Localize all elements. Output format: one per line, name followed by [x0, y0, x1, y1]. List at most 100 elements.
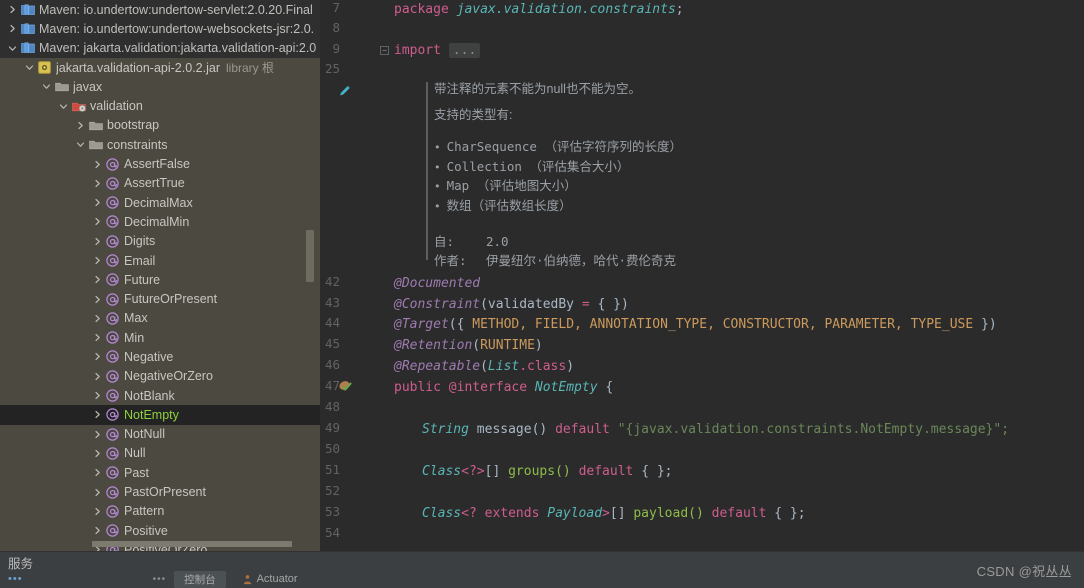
tree-row-javax[interactable]: javax — [0, 77, 320, 96]
open-brace: { — [605, 380, 614, 395]
tree-row-negative[interactable]: Negative — [0, 347, 320, 366]
chevron-right-icon[interactable] — [91, 505, 104, 518]
method-message: message() — [476, 422, 548, 437]
method-payload: payload() — [633, 506, 704, 521]
chevron-right-icon[interactable] — [91, 389, 104, 402]
folder-icon — [88, 138, 103, 152]
annotation-icon — [105, 485, 120, 499]
chevron-right-icon[interactable] — [91, 466, 104, 479]
tree-row-max[interactable]: Max — [0, 309, 320, 328]
chevron-down-icon[interactable] — [74, 138, 87, 151]
tree-row-label: NotEmpty — [124, 407, 179, 422]
actuator-tab[interactable]: Actuator — [242, 573, 298, 585]
code-line-import: import ... — [394, 41, 481, 61]
chevron-right-icon[interactable] — [91, 177, 104, 190]
return-type-class: Class<?>[] — [422, 464, 501, 479]
tree-row-constraints[interactable]: constraints — [0, 135, 320, 154]
annotation-icon — [105, 446, 120, 460]
javadoc-type-name: Collection — [446, 158, 522, 174]
console-tab[interactable]: 控制台 — [174, 570, 226, 588]
tree-row-label: Maven: jakarta.validation:jakarta.valida… — [39, 41, 316, 56]
tree-row-pattern[interactable]: Pattern — [0, 502, 320, 521]
tree-row-bootstrap[interactable]: bootstrap — [0, 116, 320, 135]
line-number: 43 — [324, 295, 340, 310]
tree-row-negativeorzero[interactable]: NegativeOrZero — [0, 367, 320, 386]
tree-row-null[interactable]: Null — [0, 444, 320, 463]
chevron-down-icon[interactable] — [23, 61, 36, 74]
folder-icon — [88, 118, 103, 132]
tree-row-digits[interactable]: Digits — [0, 232, 320, 251]
tree-row-decimalmax[interactable]: DecimalMax — [0, 193, 320, 212]
tree-row-min[interactable]: Min — [0, 328, 320, 347]
annotation-icon — [105, 408, 120, 422]
chevron-right-icon[interactable] — [6, 22, 19, 35]
tree-row-jakarta-validation-api-2-0-2-jar[interactable]: jakarta.validation-api-2.0.2.jar library … — [0, 58, 320, 77]
chevron-right-icon[interactable] — [91, 447, 104, 460]
javadoc-left-bar — [426, 82, 428, 260]
tree-row-decimalmin[interactable]: DecimalMin — [0, 212, 320, 231]
code-line-package: package javax.validation.constraints; — [394, 0, 684, 20]
code-editor[interactable]: 7 8 9 25 42 43 44 45 46 47 48 49 50 51 52 53 54 package … — [320, 0, 1084, 551]
tree-row-maven-io-undertow-undertow-servlet-2-0-20-final[interactable]: Maven: io.undertow:undertow-servlet:2.0.… — [0, 0, 320, 20]
tree-row-past[interactable]: Past — [0, 463, 320, 482]
chevron-right-icon[interactable] — [91, 370, 104, 383]
tree-row-maven-io-undertow-undertow-websockets-jsr-2-0[interactable]: Maven: io.undertow:undertow-websockets-j… — [0, 19, 320, 39]
retention-value: RUNTIME — [480, 338, 535, 353]
package-keyword: package — [394, 2, 449, 17]
chevron-right-icon[interactable] — [91, 428, 104, 441]
editor-gutter[interactable]: 7 8 9 25 42 43 44 45 46 47 48 49 50 51 52 53 54 — [320, 0, 366, 551]
paren-close: ) — [566, 359, 575, 374]
chevron-right-icon[interactable] — [6, 3, 19, 16]
chevron-right-icon[interactable] — [91, 196, 104, 209]
code-area[interactable]: package javax.validation.constraints; − … — [366, 0, 1084, 551]
chevron-down-icon[interactable] — [6, 42, 19, 55]
chevron-right-icon[interactable] — [74, 119, 87, 132]
tree-row-notnull[interactable]: NotNull — [0, 425, 320, 444]
services-more-left-icon[interactable]: ••• — [8, 573, 23, 585]
chevron-right-icon[interactable] — [91, 350, 104, 363]
chevron-down-icon[interactable] — [40, 80, 53, 93]
tree-row-validation[interactable]: validation — [0, 96, 320, 115]
chevron-right-icon[interactable] — [91, 293, 104, 306]
annotation-implementations-icon[interactable] — [338, 379, 354, 395]
edit-pencil-icon[interactable] — [338, 84, 354, 100]
tree-row-futureorpresent[interactable]: FutureOrPresent — [0, 289, 320, 308]
chevron-right-icon[interactable] — [91, 331, 104, 344]
chevron-right-icon[interactable] — [91, 273, 104, 286]
tree-horizontal-scrollbar[interactable] — [92, 541, 292, 547]
line-number: 7 — [332, 0, 340, 15]
tree-row-positive[interactable]: Positive — [0, 521, 320, 540]
project-tree-panel[interactable]: Maven: io.undertow:undertow-servlet:2.0.… — [0, 0, 320, 551]
folded-imports[interactable]: ... — [448, 43, 481, 58]
tree-row-asserttrue[interactable]: AssertTrue — [0, 174, 320, 193]
services-more-right-icon[interactable]: ••• — [153, 574, 167, 585]
tree-row-assertfalse[interactable]: AssertFalse — [0, 154, 320, 173]
chevron-right-icon[interactable] — [91, 235, 104, 248]
chevron-right-icon[interactable] — [91, 215, 104, 228]
services-tool-window[interactable]: 服务 ••• ••• 控制台 Actuator — [0, 551, 1084, 588]
tree-row-notblank[interactable]: NotBlank — [0, 386, 320, 405]
tree-row-email[interactable]: Email — [0, 251, 320, 270]
tree-row-notempty[interactable]: NotEmpty — [0, 405, 320, 425]
tree-row-future[interactable]: Future — [0, 270, 320, 289]
code-line-payload-method: Class<? extends Payload>[] payload() def… — [422, 504, 806, 524]
interface-keyword: @interface — [448, 380, 528, 395]
chevron-down-icon[interactable] — [57, 100, 70, 113]
fold-toggle-icon[interactable]: − — [380, 46, 389, 55]
chevron-right-icon[interactable] — [91, 524, 104, 537]
tree-row-maven-jakarta-validation-jakarta-validation-api-2-0[interactable]: Maven: jakarta.validation:jakarta.valida… — [0, 38, 320, 58]
tree-vertical-scrollbar[interactable] — [306, 230, 314, 282]
chevron-right-icon[interactable] — [91, 158, 104, 171]
chevron-right-icon[interactable] — [91, 408, 104, 421]
workspace: Maven: io.undertow:undertow-servlet:2.0.… — [0, 0, 1084, 551]
chevron-right-icon[interactable] — [91, 312, 104, 325]
tree-row-pastorpresent[interactable]: PastOrPresent — [0, 482, 320, 501]
chevron-right-icon[interactable] — [91, 486, 104, 499]
chevron-right-icon[interactable] — [91, 254, 104, 267]
